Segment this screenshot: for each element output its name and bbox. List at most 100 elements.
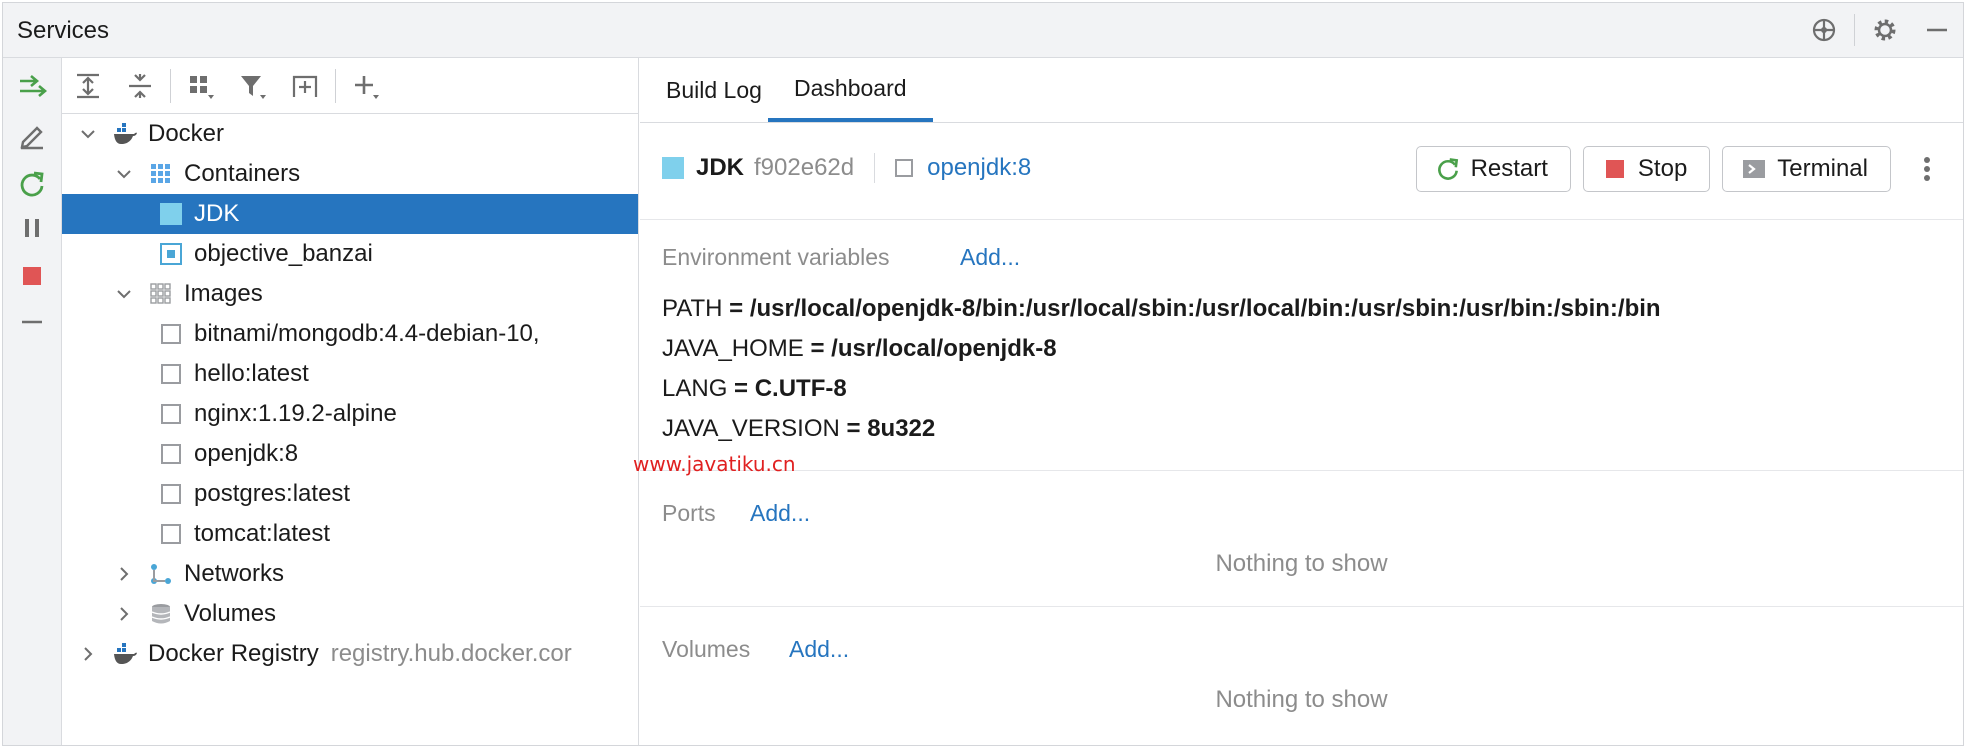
image-icon: [158, 521, 184, 547]
tree-toolbar: [62, 58, 638, 114]
tree-node-docker[interactable]: Docker: [62, 114, 638, 154]
tree-node-label: objective_banzai: [194, 240, 373, 267]
minimize-icon[interactable]: [1911, 3, 1963, 57]
image-icon: [158, 321, 184, 347]
image-icon: [158, 481, 184, 507]
services-tree: Docker Containers JDK objective_banzai Image…: [62, 114, 638, 745]
container-icon: [158, 241, 184, 267]
docker-icon: [112, 641, 138, 667]
container-status-icon: [662, 157, 684, 179]
tree-node-label: JDK: [194, 200, 240, 227]
tree-node-hello-latest[interactable]: hello:latest: [62, 354, 638, 394]
crosshair-icon[interactable]: [1798, 3, 1850, 57]
expand-all-icon[interactable]: [62, 58, 114, 113]
stop-icon[interactable]: [3, 254, 61, 298]
new-tab-icon[interactable]: [279, 58, 331, 113]
tree-node-label: openjdk:8: [194, 440, 299, 467]
tab-dashboard[interactable]: Dashboard: [768, 58, 933, 122]
docker-icon: [112, 121, 138, 147]
tree-node-openjdk-8[interactable]: openjdk:8: [62, 434, 638, 474]
ports-add-link[interactable]: Add...: [750, 500, 810, 527]
terminal-icon: [1741, 156, 1767, 182]
add-icon[interactable]: [340, 58, 392, 113]
tree-node-volumes[interactable]: Volumes: [62, 594, 638, 634]
edit-icon[interactable]: [3, 113, 61, 157]
more-options-icon[interactable]: [1911, 146, 1943, 192]
chevron-right-icon[interactable]: [112, 602, 136, 626]
tree-node-label: Docker Registry: [148, 640, 319, 667]
tree-node-label: postgres:latest: [194, 480, 351, 507]
ports-section-label: Ports: [662, 500, 716, 526]
tree-node-networks[interactable]: Networks: [62, 554, 638, 594]
image-icon: [158, 441, 184, 467]
env-var-path: PATH = /usr/local/openjdk-8/bin:/usr/loc…: [662, 295, 1661, 322]
tree-node-nginx-1-19-2-alpine[interactable]: nginx:1.19.2-alpine: [62, 394, 638, 434]
tree-node-label: nginx:1.19.2-alpine: [194, 400, 397, 427]
env-var-java-home: JAVA_HOME = /usr/local/openjdk-8: [662, 335, 1057, 362]
restart-icon[interactable]: [3, 162, 61, 206]
tree-node-label: Containers: [184, 160, 301, 187]
stop-icon: [1602, 156, 1628, 182]
tree-node-label: Volumes: [184, 600, 277, 627]
services-tree-panel: Docker Containers JDK objective_banzai Image…: [62, 58, 639, 745]
remove-icon[interactable]: [3, 300, 61, 344]
container-running-icon: [158, 201, 184, 227]
tree-node-label: tomcat:latest: [194, 520, 331, 547]
tree-node-label: Networks: [184, 560, 285, 587]
pause-icon[interactable]: [3, 206, 61, 250]
window-title: Services: [17, 17, 110, 44]
tree-node-objective-banzai[interactable]: objective_banzai: [62, 234, 638, 274]
chevron-right-icon[interactable]: [76, 642, 100, 666]
stop-button[interactable]: Stop: [1582, 146, 1711, 192]
restart-icon: [1435, 156, 1461, 182]
dashboard-panel: Build Log Dashboard JDK f902e62d openjdk…: [640, 58, 1963, 745]
env-var-java-version: JAVA_VERSION = 8u322: [662, 415, 936, 442]
gear-icon[interactable]: [1859, 3, 1911, 57]
terminal-button[interactable]: Terminal: [1722, 146, 1891, 192]
filter-icon[interactable]: [227, 58, 279, 113]
container-id: f902e62d: [754, 154, 855, 181]
chevron-down-icon[interactable]: [76, 122, 100, 146]
tab-bar: Build Log Dashboard: [640, 58, 1963, 123]
chevron-down-icon[interactable]: [112, 162, 136, 186]
volumes-section-label: Volumes: [662, 636, 751, 662]
tree-node-bitnami-mongodb-4-4-debian-10[interactable]: bitnami/mongodb:4.4-debian-10,: [62, 314, 638, 354]
image-icon: [895, 159, 914, 177]
env-var-lang: LANG = C.UTF-8: [662, 375, 847, 402]
tree-node-docker-registry[interactable]: Docker Registry registry.hub.docker.cor: [62, 634, 638, 674]
images-icon: [148, 281, 174, 307]
tree-node-containers[interactable]: Containers: [62, 154, 638, 194]
env-add-link[interactable]: Add...: [960, 244, 1020, 271]
tree-node-label: Docker: [148, 120, 225, 147]
tab-build-log[interactable]: Build Log: [640, 58, 788, 122]
chevron-down-icon[interactable]: [112, 282, 136, 306]
volumes-empty-text: Nothing to show: [1215, 686, 1388, 713]
restart-button[interactable]: Restart: [1415, 146, 1571, 192]
vertical-toolbar: [3, 58, 62, 745]
tree-node-label: hello:latest: [194, 360, 309, 387]
watermark-text: www.javatiku.cn: [633, 452, 796, 476]
image-icon: [158, 361, 184, 387]
chevron-right-icon[interactable]: [112, 562, 136, 586]
tree-node-tomcat-latest[interactable]: tomcat:latest: [62, 514, 638, 554]
networks-icon: [148, 561, 174, 587]
container-header: JDK f902e62d openjdk:8 Restart Stop Term…: [640, 123, 1963, 220]
tree-node-postgres-latest[interactable]: postgres:latest: [62, 474, 638, 514]
registry-url: registry.hub.docker.cor: [330, 640, 572, 667]
image-icon: [158, 401, 184, 427]
env-section-label: Environment variables: [662, 244, 890, 270]
group-by-icon[interactable]: [175, 58, 227, 113]
ports-empty-text: Nothing to show: [1215, 550, 1388, 577]
containers-icon: [148, 161, 174, 187]
collapse-all-icon[interactable]: [114, 58, 166, 113]
volumes-add-link[interactable]: Add...: [789, 636, 849, 663]
deploy-icon[interactable]: [3, 64, 61, 108]
title-bar: Services: [3, 3, 1963, 58]
tree-node-label: bitnami/mongodb:4.4-debian-10,: [194, 320, 540, 347]
volumes-icon: [148, 601, 174, 627]
container-name: JDK: [696, 154, 745, 181]
services-window: Services Docker Containers JDK objective…: [2, 2, 1964, 746]
tree-node-images[interactable]: Images: [62, 274, 638, 314]
image-link[interactable]: openjdk:8: [927, 154, 1031, 182]
tree-node-jdk[interactable]: JDK: [62, 194, 638, 234]
